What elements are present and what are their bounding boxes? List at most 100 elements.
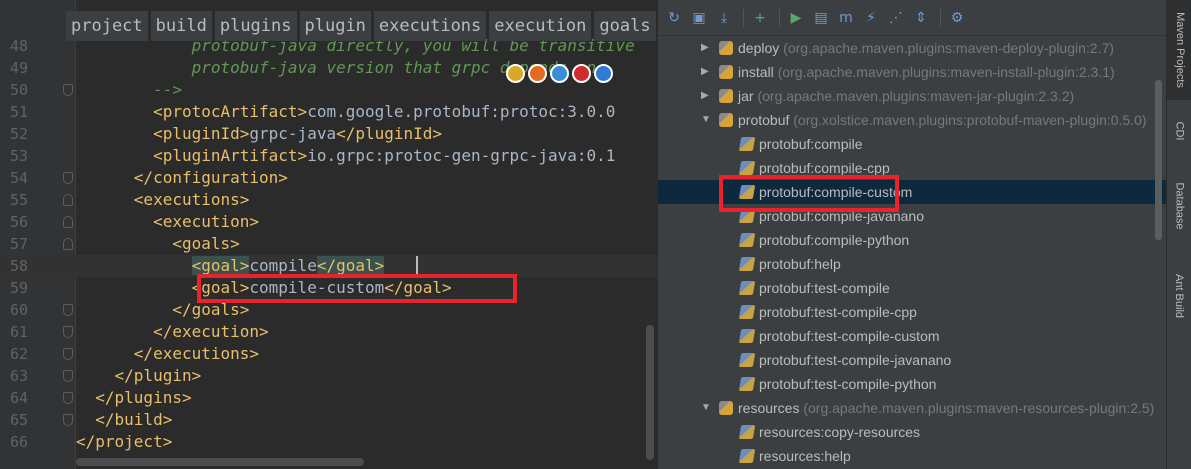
code-token: <pluginArtifact> xyxy=(153,146,308,165)
fold-marker-icon[interactable] xyxy=(63,84,73,96)
line-number: 66 xyxy=(9,433,28,451)
plugin-name: resources xyxy=(738,400,800,416)
expand-arrow-icon[interactable]: ▼ xyxy=(701,108,711,132)
goal-node[interactable]: protobuf:test-compile-javanano xyxy=(658,348,1166,372)
code-token: </pluginId> xyxy=(336,124,443,143)
vertical-scrollbar[interactable] xyxy=(646,325,654,460)
code-text: <pluginId>grpc-java</pluginId> xyxy=(76,123,442,145)
toolbar-separator xyxy=(779,8,780,27)
tab-maven-projects[interactable]: Maven Projects xyxy=(1167,0,1191,100)
goal-label: protobuf:compile xyxy=(759,136,863,152)
opera-icon[interactable] xyxy=(572,64,591,83)
goal-node[interactable]: protobuf:compile xyxy=(658,132,1166,156)
download-icon[interactable]: ⤓ xyxy=(713,7,735,29)
line-number: 50 xyxy=(9,81,28,99)
goal-node[interactable]: protobuf:test-compile-custom xyxy=(658,324,1166,348)
fold-marker-icon[interactable] xyxy=(63,304,73,316)
code-editor[interactable]: 48 protobuf-java directly, you will be t… xyxy=(0,0,657,469)
goal-node[interactable]: protobuf:test-compile xyxy=(658,276,1166,300)
reimport-icon[interactable]: ↻ xyxy=(663,7,685,29)
code-line: 66 </project> xyxy=(0,431,657,453)
generate-sources-icon[interactable]: ▣ xyxy=(688,7,710,29)
fold-marker-icon[interactable] xyxy=(63,238,73,250)
collapse-arrow-icon[interactable]: ▶ xyxy=(701,36,709,60)
highlight-box-goal xyxy=(197,274,517,303)
goal-node[interactable]: protobuf:help xyxy=(658,252,1166,276)
maven-goal-icon xyxy=(738,257,756,271)
fold-marker-icon[interactable] xyxy=(63,348,73,360)
show-dependencies-icon[interactable]: ⋰ xyxy=(885,7,907,29)
fold-marker-icon[interactable] xyxy=(63,370,73,382)
run-icon[interactable]: ▶ xyxy=(785,7,807,29)
plugin-icon xyxy=(719,113,733,127)
plugin-icon xyxy=(719,401,733,415)
maven-goal-icon xyxy=(738,353,756,367)
code-token: --> xyxy=(76,80,182,99)
collapse-arrow-icon[interactable]: ▶ xyxy=(701,60,709,84)
goal-node[interactable]: protobuf:test-compile-python xyxy=(658,372,1166,396)
goal-label: resources:help xyxy=(759,448,851,464)
fold-marker-icon[interactable] xyxy=(63,392,73,404)
plugin-node[interactable]: ▼ protobuf (org.xolstice.maven.plugins:pr… xyxy=(658,108,1166,132)
fold-marker-icon[interactable] xyxy=(63,172,73,184)
skip-tests-icon[interactable]: ⚡ xyxy=(860,7,882,29)
breadcrumb-item[interactable]: plugins xyxy=(214,11,297,41)
collapse-all-icon[interactable]: ⇕ xyxy=(910,7,932,29)
breadcrumb-item[interactable]: build xyxy=(150,11,212,41)
safari-icon[interactable] xyxy=(550,64,569,83)
breadcrumb-item[interactable]: plugin xyxy=(299,11,371,41)
expand-arrow-icon[interactable]: ▼ xyxy=(701,396,711,420)
chrome-icon[interactable] xyxy=(506,64,525,83)
code-token: compile xyxy=(249,256,317,275)
add-icon[interactable]: + xyxy=(749,7,771,29)
code-line: 62 </executions> xyxy=(0,343,657,365)
toggle-offline-icon[interactable]: m xyxy=(835,7,857,29)
ie-icon[interactable] xyxy=(594,64,613,83)
horizontal-scrollbar[interactable] xyxy=(76,458,364,466)
goal-node[interactable]: protobuf:test-compile-cpp xyxy=(658,300,1166,324)
fold-marker-icon[interactable] xyxy=(63,194,73,206)
goal-label: resources:copy-resources xyxy=(759,424,921,440)
run-config-icon[interactable]: ▤ xyxy=(810,7,832,29)
breadcrumb-item[interactable]: executions xyxy=(373,11,487,41)
goal-node[interactable]: resources:copy-resources xyxy=(658,420,1166,444)
goal-label: protobuf:compile-python xyxy=(759,232,910,248)
plugin-icon xyxy=(719,65,733,79)
goal-node[interactable]: resources:help xyxy=(658,444,1166,468)
goal-label: protobuf:test-compile-custom xyxy=(759,328,940,344)
browser-preview-icons xyxy=(506,64,613,83)
tab-cdi[interactable]: CDI xyxy=(1167,104,1191,158)
breadcrumb-item[interactable]: goals xyxy=(594,11,656,41)
goal-node[interactable]: protobuf:compile-python xyxy=(658,228,1166,252)
maven-toolbar: ↻ ▣ ⤓ + ▶ ▤ m ⚡ ⋰ ⇕ ⚙ xyxy=(658,0,1166,36)
code-text: </plugins> xyxy=(76,387,191,409)
collapse-arrow-icon[interactable]: ▶ xyxy=(701,84,709,108)
plugin-node[interactable]: ▶ jar (org.apache.maven.plugins:maven-jar… xyxy=(658,84,1166,108)
firefox-icon[interactable] xyxy=(528,64,547,83)
plugin-label: jar (org.apache.maven.plugins:maven-jar-… xyxy=(738,84,1074,108)
maven-scrollbar[interactable] xyxy=(1155,80,1162,240)
settings-icon[interactable]: ⚙ xyxy=(946,7,968,29)
plugin-node[interactable]: ▶ install (org.apache.maven.plugins:maven… xyxy=(658,60,1166,84)
plugin-node[interactable]: ▶ deploy (org.apache.maven.plugins:maven-… xyxy=(658,36,1166,60)
plugin-node[interactable]: ▼ resources (org.apache.maven.plugins:mav… xyxy=(658,396,1166,420)
line-number: 57 xyxy=(9,235,28,253)
code-token: <execution> xyxy=(153,212,260,231)
fold-marker-icon[interactable] xyxy=(63,216,73,228)
code-text: </configuration> xyxy=(76,167,288,189)
tab-database[interactable]: Database xyxy=(1167,166,1191,246)
plugin-name: protobuf xyxy=(738,112,790,128)
breadcrumb-item[interactable]: project xyxy=(66,11,148,41)
tab-label: Database xyxy=(1173,182,1186,230)
breadcrumb-item[interactable]: execution xyxy=(489,11,592,41)
tab-ant-build[interactable]: Ant Build xyxy=(1167,258,1191,334)
fold-marker-icon[interactable] xyxy=(63,414,73,426)
fold-marker-icon[interactable] xyxy=(63,326,73,338)
line-number: 54 xyxy=(9,169,28,187)
line-number: 56 xyxy=(9,213,28,231)
maven-goal-icon xyxy=(738,329,756,343)
